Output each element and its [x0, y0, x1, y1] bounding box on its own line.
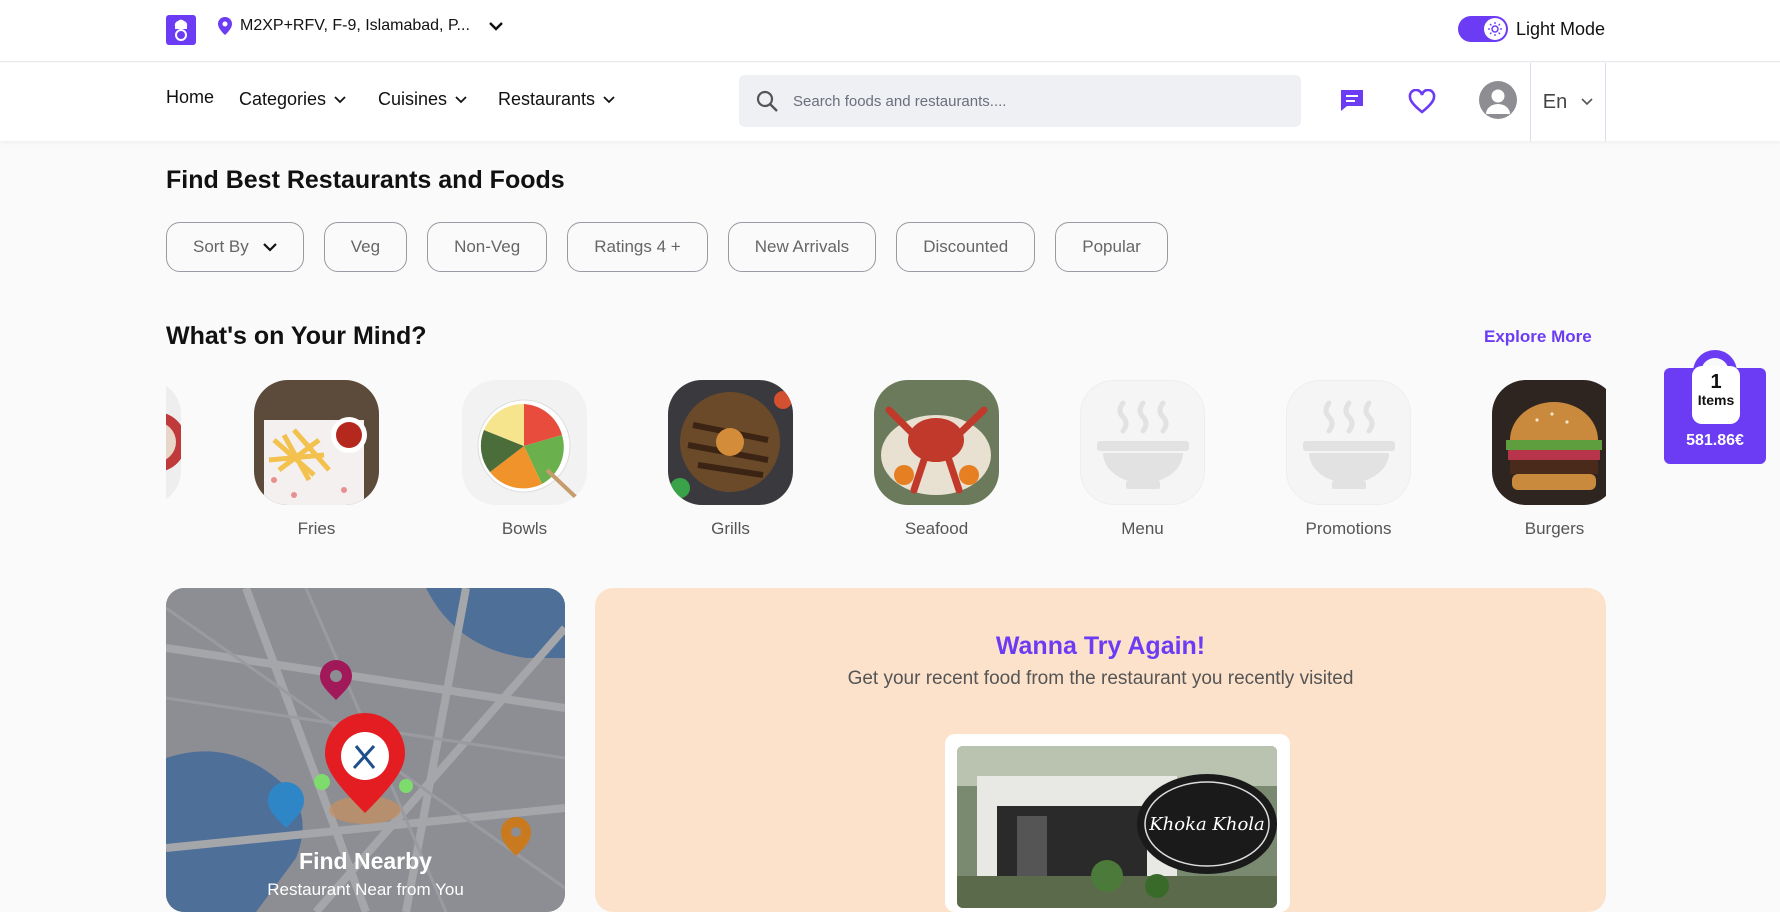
- nav-home-label: Home: [166, 87, 215, 107]
- filter-popular[interactable]: Popular: [1055, 222, 1168, 272]
- main-navbar: Home Categories Cuisines Restaurants En: [0, 63, 1780, 141]
- top-bar: M2XP+RFV, F-9, Islamabad, P... Light Mod…: [0, 0, 1780, 62]
- find-nearby-title: Find Nearby: [299, 848, 432, 874]
- toggle-switch[interactable]: [1458, 16, 1508, 42]
- nav-cuisines[interactable]: Cuisines: [378, 89, 467, 110]
- cart-count: 1: [1710, 371, 1722, 393]
- nav-categories[interactable]: Categories: [239, 89, 346, 110]
- category-label: Seafood: [904, 519, 969, 538]
- try-again-subtitle: Get your recent food from the restaurant…: [847, 668, 1354, 689]
- category-label: Menu: [1121, 519, 1164, 538]
- category-image: [254, 380, 379, 505]
- explore-more-link[interactable]: Explore More: [1484, 327, 1592, 347]
- search-icon[interactable]: [755, 89, 779, 113]
- nav-restaurants-label: Restaurants: [498, 89, 596, 109]
- find-nearby-subtitle: Restaurant Near from You: [267, 880, 464, 899]
- try-again-title: Wanna Try Again!: [995, 632, 1206, 660]
- filter-chips: Sort By Veg Non-Veg Ratings 4 + New Arri…: [166, 222, 1168, 272]
- filter-discounted[interactable]: Discounted: [896, 222, 1036, 272]
- bowl-placeholder-icon: [1303, 400, 1395, 489]
- filter-non-veg[interactable]: Non-Veg: [427, 222, 548, 272]
- location-pin-icon: [218, 17, 232, 35]
- cart-count-badge: 1 Items: [1692, 366, 1740, 424]
- category-image: [166, 380, 181, 505]
- category-label: Grills: [711, 519, 750, 538]
- category-item-grills[interactable]: Grills: [668, 380, 793, 539]
- section-title: What's on Your Mind?: [166, 322, 427, 350]
- chevron-down-icon: [334, 95, 346, 103]
- sun-icon: [1488, 22, 1502, 36]
- category-carousel: Fries Bowls Grills Seafood Menu Promotio…: [166, 378, 1606, 542]
- page-title: Find Best Restaurants and Foods: [166, 166, 565, 194]
- filter-new-arrivals[interactable]: New Arrivals: [727, 222, 877, 272]
- nav-cuisines-label: Cuisines: [378, 89, 448, 109]
- restaurant-sign-text: Khoka Khola: [1148, 814, 1265, 835]
- theme-toggle[interactable]: Light Mode: [1458, 16, 1605, 42]
- cart-total: 581.86€: [1686, 432, 1744, 449]
- category-label: Bowls: [501, 519, 548, 538]
- heart-icon[interactable]: [1408, 89, 1436, 115]
- seafood-image: [874, 380, 999, 505]
- filter-veg[interactable]: Veg: [323, 222, 408, 272]
- try-again-section: Wanna Try Again! Get your recent food fr…: [595, 588, 1606, 912]
- chevron-down-icon: [1581, 98, 1593, 106]
- burger-image: [1492, 380, 1606, 505]
- filter-label: Non-Veg: [454, 237, 521, 256]
- language-label: En: [1542, 90, 1568, 113]
- search-input[interactable]: [793, 92, 1253, 110]
- category-item-bowls[interactable]: Bowls: [462, 380, 587, 539]
- filter-label: New Arrivals: [754, 237, 850, 256]
- category-item[interactable]: [166, 380, 181, 505]
- chevron-down-icon: [455, 95, 467, 103]
- category-image: [874, 380, 999, 505]
- recent-restaurant-card[interactable]: Khoka Khola: [945, 734, 1290, 912]
- chat-icon[interactable]: [1338, 87, 1366, 115]
- chevron-down-icon: [603, 95, 615, 103]
- app-logo[interactable]: [166, 15, 196, 45]
- language-selector[interactable]: En: [1530, 63, 1606, 141]
- filter-label: Popular: [1082, 237, 1141, 256]
- category-item-burgers[interactable]: Burgers: [1492, 380, 1606, 539]
- filter-sort-by[interactable]: Sort By: [166, 222, 304, 272]
- category-image: [668, 380, 793, 505]
- nav-home[interactable]: Home: [166, 87, 214, 108]
- cart-items-label: Items: [1697, 392, 1735, 408]
- theme-mode-label: Light Mode: [1516, 18, 1606, 39]
- floating-cart[interactable]: 1 Items 581.86€: [1664, 350, 1766, 464]
- restaurant-photo: Khoka Khola: [957, 746, 1277, 908]
- filter-label: Ratings 4 +: [594, 237, 681, 256]
- search-bar[interactable]: [739, 75, 1301, 127]
- chevron-down-icon[interactable]: [488, 21, 504, 31]
- category-item-seafood[interactable]: Seafood: [874, 380, 999, 539]
- filter-label: Discounted: [923, 237, 1009, 256]
- nav-categories-label: Categories: [239, 89, 327, 109]
- category-item-menu[interactable]: Menu: [1080, 380, 1205, 539]
- location-selector[interactable]: M2XP+RFV, F-9, Islamabad, P...: [218, 17, 504, 35]
- category-image: [1080, 380, 1205, 505]
- location-text: M2XP+RFV, F-9, Islamabad, P...: [240, 17, 470, 34]
- category-image: [462, 380, 587, 505]
- category-label: Burgers: [1524, 519, 1585, 538]
- filter-label: Veg: [350, 237, 381, 256]
- category-image: [1492, 380, 1606, 505]
- category-item-fries[interactable]: Fries: [254, 380, 379, 539]
- bowls-image: [462, 380, 587, 505]
- category-label: Fries: [297, 519, 336, 538]
- category-label: Promotions: [1305, 519, 1392, 538]
- bowl-placeholder-icon: [1097, 400, 1189, 489]
- nav-restaurants[interactable]: Restaurants: [498, 89, 615, 110]
- chevron-down-icon: [262, 242, 277, 252]
- user-avatar[interactable]: [1479, 81, 1517, 119]
- filter-label: Sort By: [193, 237, 249, 256]
- fries-image: [254, 380, 379, 505]
- category-item-promotions[interactable]: Promotions: [1286, 380, 1411, 539]
- user-icon: [1486, 89, 1510, 114]
- filter-ratings[interactable]: Ratings 4 +: [567, 222, 708, 272]
- find-nearby-card[interactable]: Find Nearby Restaurant Near from You: [166, 588, 565, 912]
- chef-logo-icon: [174, 19, 188, 41]
- category-image: [1286, 380, 1411, 505]
- restaurant-storefront-image: Khoka Khola: [957, 746, 1277, 908]
- grills-image: [668, 380, 793, 505]
